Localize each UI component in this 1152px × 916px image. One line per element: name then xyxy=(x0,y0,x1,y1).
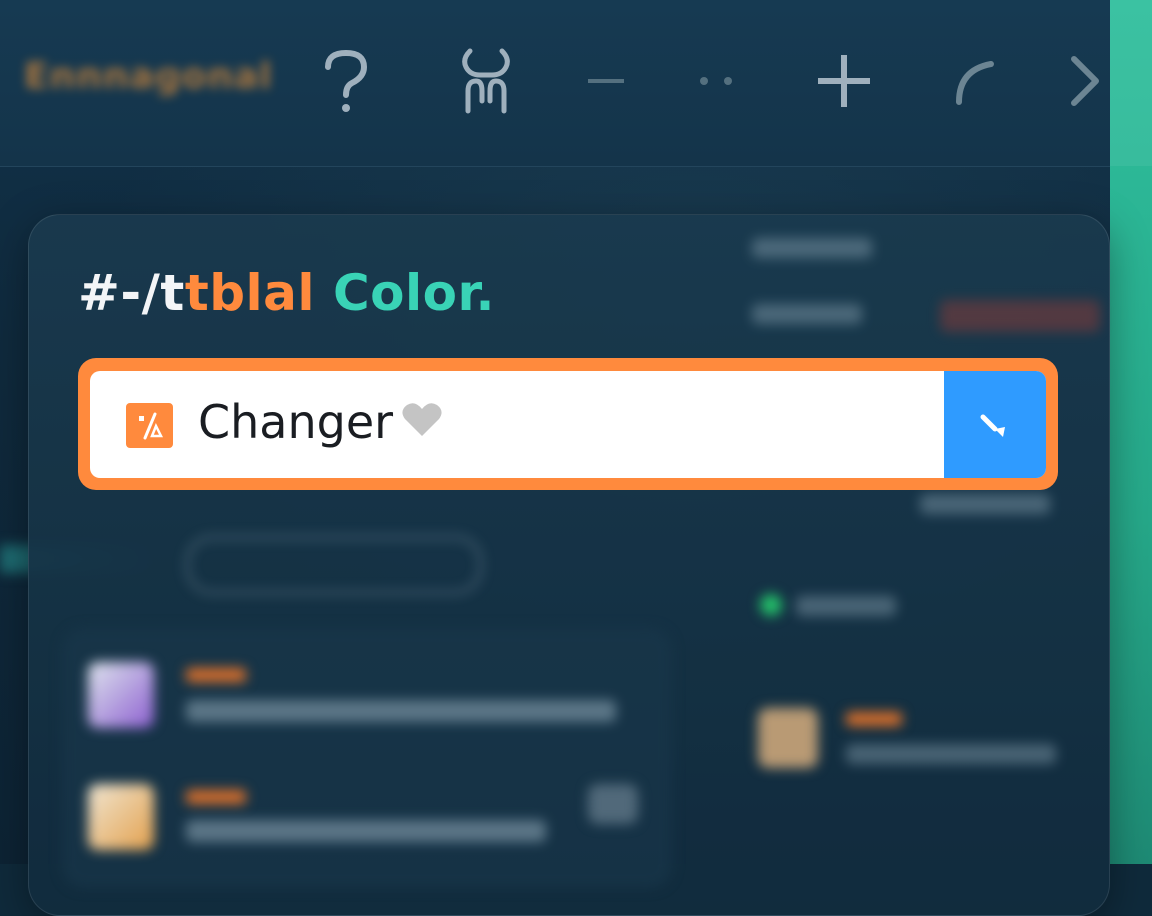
blurred-text xyxy=(796,596,896,616)
thumbnail xyxy=(88,784,154,850)
blurred-card xyxy=(62,628,672,888)
users-button[interactable] xyxy=(450,45,522,117)
minus-icon xyxy=(586,76,626,86)
plus-icon xyxy=(814,51,874,111)
tag xyxy=(186,668,246,682)
panel-title: #-/ttblal Color. xyxy=(78,264,495,322)
tag xyxy=(186,790,246,804)
toolbar: Ennnaɡonal xyxy=(0,0,1110,167)
input-value: Changer xyxy=(198,395,394,449)
blurred-text xyxy=(752,304,862,324)
blurred-text xyxy=(752,238,872,258)
blurred-text xyxy=(846,744,1056,764)
title-part-2: tblal xyxy=(184,264,316,322)
tag xyxy=(846,712,902,726)
question-icon xyxy=(316,45,376,117)
heart-icon[interactable] xyxy=(401,400,443,445)
title-part-1: #-/t xyxy=(78,264,185,322)
more-button[interactable] xyxy=(680,45,752,117)
input-value-wrap: Changer xyxy=(198,395,443,449)
percent-icon xyxy=(126,403,173,448)
pencil-icon xyxy=(975,403,1015,447)
blurred-text xyxy=(186,820,546,842)
arc-icon xyxy=(951,56,1001,106)
arc-button[interactable] xyxy=(940,45,1012,117)
right-strip-header xyxy=(1110,0,1152,166)
blurred-pill xyxy=(186,536,482,594)
help-button[interactable] xyxy=(310,45,382,117)
status-dot xyxy=(760,594,782,616)
blurred-text xyxy=(920,494,1050,514)
right-accent-strip xyxy=(1110,0,1152,864)
blurred-text xyxy=(186,700,616,722)
thumbnail xyxy=(758,708,818,768)
chevron-right-icon xyxy=(1064,51,1104,111)
color-input[interactable]: Changer xyxy=(90,371,1046,478)
minus-button[interactable] xyxy=(570,45,642,117)
users-icon xyxy=(454,45,518,117)
blurred-badge xyxy=(940,300,1100,332)
title-part-3: Color. xyxy=(332,264,496,322)
next-button[interactable] xyxy=(1058,45,1110,117)
more-icon xyxy=(694,74,738,88)
thumbnail xyxy=(88,662,154,728)
brand-logo: Ennnaɡonal xyxy=(24,56,273,97)
edit-button[interactable] xyxy=(944,371,1046,478)
add-button[interactable] xyxy=(808,45,880,117)
blurred-button xyxy=(588,784,638,824)
